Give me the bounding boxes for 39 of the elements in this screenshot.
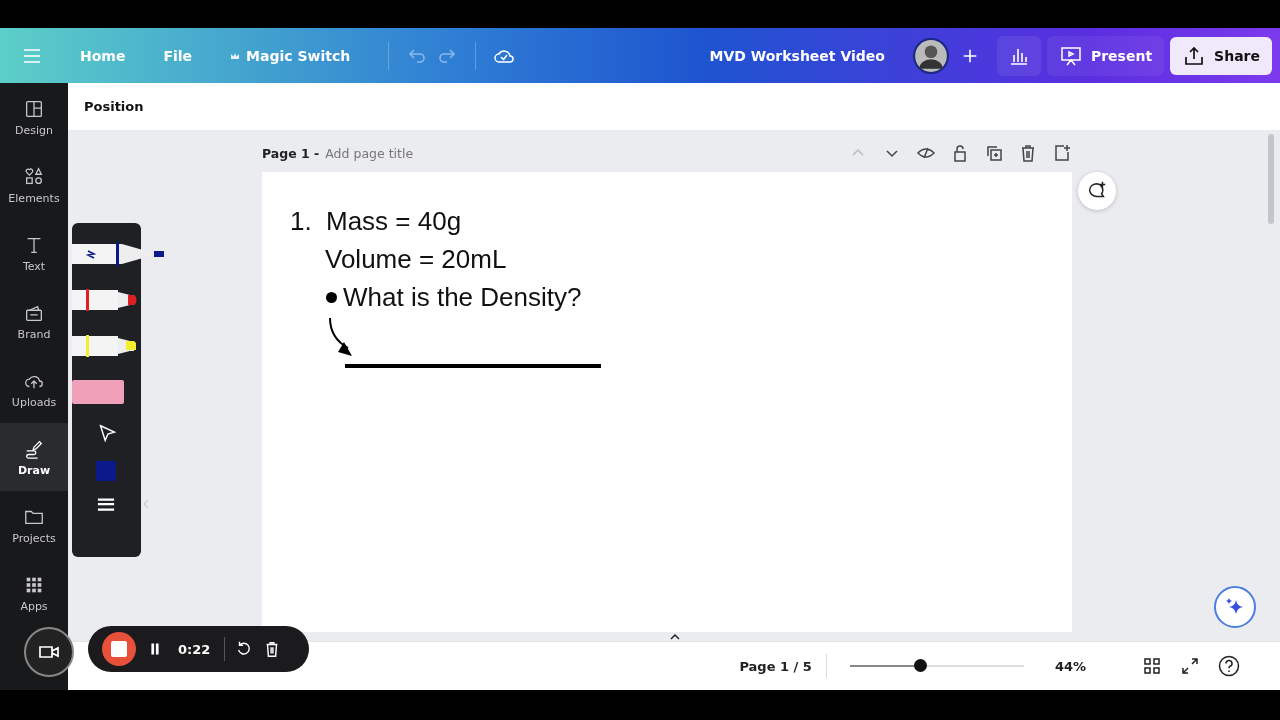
add-comment-button[interactable]	[1078, 172, 1116, 210]
sidebar-item[interactable]: Design	[0, 83, 68, 151]
stroke-weight-icon[interactable]	[97, 497, 115, 513]
document-title[interactable]: MVD Worksheet Video	[709, 47, 885, 64]
zoom-reading[interactable]: 44%	[1054, 658, 1086, 674]
duplicate-icon[interactable]	[984, 143, 1004, 163]
color-swatch[interactable]	[96, 461, 116, 481]
fullscreen-icon[interactable]	[1180, 656, 1200, 676]
sidebar-item[interactable]: Elements	[0, 151, 68, 219]
sidebar-item[interactable]: Projects	[0, 491, 68, 559]
page-label: Page 1 -	[262, 145, 320, 161]
present-button[interactable]: Present	[1046, 35, 1165, 76]
recording-timer: 0:22	[178, 641, 211, 657]
bullet-icon	[326, 291, 337, 303]
sidebar-item[interactable]: Text	[0, 219, 68, 287]
help-icon[interactable]	[1218, 655, 1240, 677]
sidebar-item[interactable]: Apps	[0, 559, 68, 627]
magic-assistant-button[interactable]	[1214, 586, 1256, 628]
page-indicator[interactable]: Page 1 / 5	[739, 658, 812, 674]
pen-tool[interactable]	[72, 242, 164, 266]
page-title-field[interactable]: Add page title	[325, 145, 414, 161]
insights-button[interactable]	[996, 35, 1041, 76]
worksheet-text: Mass = 40g	[326, 205, 462, 237]
worksheet-text: What is the Density?	[343, 281, 582, 313]
chevron-up-icon[interactable]	[668, 632, 682, 642]
stop-button[interactable]	[102, 632, 136, 666]
worksheet-text: Volume = 20mL	[325, 243, 507, 275]
highlighter-tool[interactable]	[72, 335, 136, 357]
grid-view-icon[interactable]	[1142, 656, 1162, 676]
slider-thumb[interactable]	[914, 659, 928, 672]
avatar[interactable]	[912, 37, 949, 74]
sidebar-item[interactable]: Uploads	[0, 355, 68, 423]
share-button[interactable]: Share	[1170, 36, 1272, 75]
sidebar-item[interactable]: Draw	[0, 423, 68, 491]
sidebar-item[interactable]: Brand	[0, 287, 68, 355]
position-button[interactable]: Position	[84, 99, 144, 114]
marker-tool[interactable]	[72, 289, 137, 311]
add-page-icon[interactable]	[1052, 143, 1072, 163]
list-number: 1.	[290, 205, 313, 237]
